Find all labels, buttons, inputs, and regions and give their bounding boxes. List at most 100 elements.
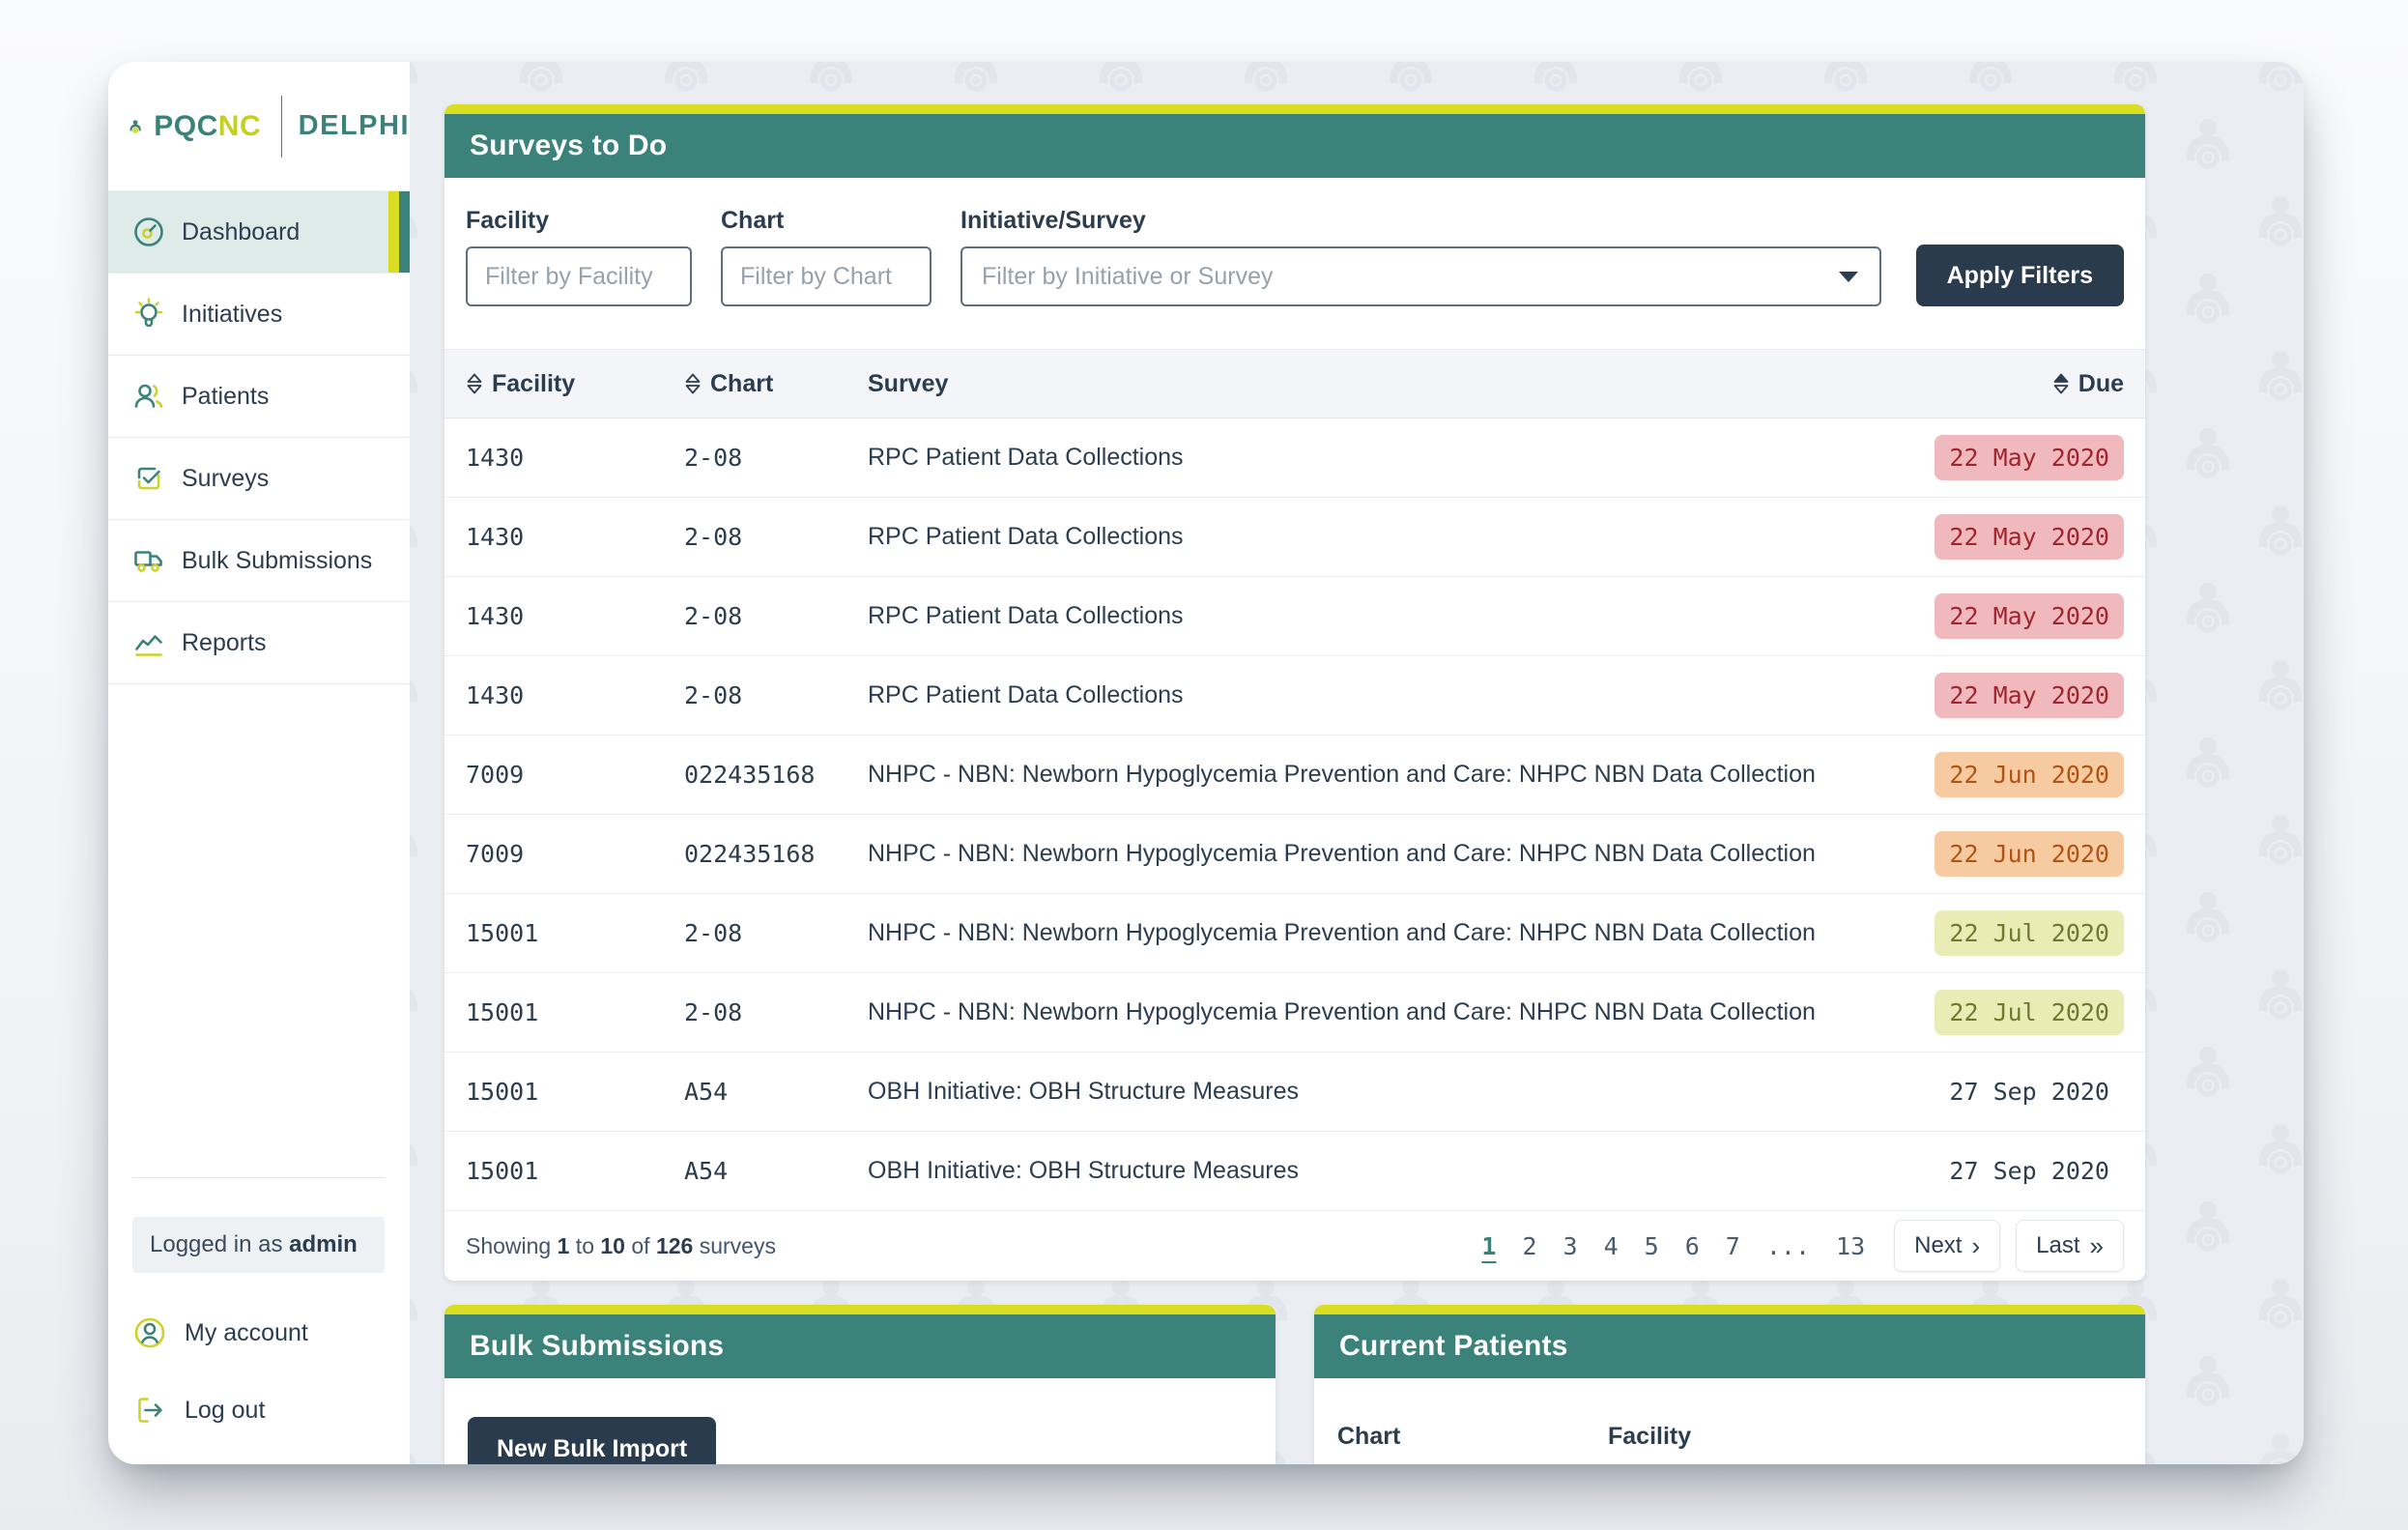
chart-line-icon [131, 625, 166, 660]
facility-cell: 1430 [466, 444, 684, 472]
last-page-button[interactable]: Last » [2016, 1220, 2124, 1272]
patients-facility-column-label: Facility [1608, 1423, 1691, 1451]
my-account-link[interactable]: My account [132, 1315, 385, 1350]
chart-cell: 022435168 [684, 840, 868, 868]
survey-cell: OBH Initiative: OBH Structure Measures [868, 1157, 1882, 1185]
sidebar-item-bulk-submissions[interactable]: Bulk Submissions [108, 520, 410, 602]
chevron-right-icon: › [1971, 1233, 1980, 1258]
initiative-filter-select[interactable]: Filter by Initiative or Survey [960, 246, 1881, 306]
surveys-to-do-panel: Surveys to Do Facility Chart Initiative/… [444, 104, 2145, 1281]
logo-divider [281, 96, 282, 158]
chart-cell: 2-08 [684, 681, 868, 709]
table-row[interactable]: 1430 2-08 RPC Patient Data Collections 2… [444, 577, 2145, 656]
chevron-down-icon [1837, 270, 1860, 284]
sidebar-item-patients[interactable]: Patients [108, 356, 410, 438]
page-number[interactable]: 6 [1685, 1232, 1700, 1260]
chart-cell: 2-08 [684, 602, 868, 630]
survey-cell: RPC Patient Data Collections [868, 602, 1882, 630]
survey-cell: NHPC - NBN: Newborn Hypoglycemia Prevent… [868, 761, 1882, 789]
sidebar-item-dashboard[interactable]: Dashboard [108, 191, 410, 274]
table-row[interactable]: 1430 2-08 RPC Patient Data Collections 2… [444, 498, 2145, 577]
survey-cell: RPC Patient Data Collections [868, 523, 1882, 551]
chart-cell: 2-08 [684, 444, 868, 472]
facility-filter-input[interactable] [466, 246, 692, 306]
due-date-badge: 22 May 2020 [1935, 435, 2124, 480]
apply-filters-button[interactable]: Apply Filters [1916, 245, 2124, 306]
facility-cell: 15001 [466, 919, 684, 947]
people-icon [131, 379, 166, 414]
my-account-label: My account [185, 1319, 308, 1347]
bulk-panel-title: Bulk Submissions [470, 1330, 724, 1363]
sort-icon [684, 372, 702, 395]
chart-filter-label: Chart [721, 207, 932, 235]
due-cell: 22 Jun 2020 [1935, 752, 2124, 797]
due-date-badge: 22 Jun 2020 [1935, 752, 2124, 797]
page-number[interactable]: 5 [1645, 1232, 1659, 1260]
app-card: PQCNC DELPHI Dashboard Initiatives [108, 62, 2304, 1464]
page-number[interactable]: 3 [1563, 1232, 1578, 1260]
table-row[interactable]: 1430 2-08 RPC Patient Data Collections 2… [444, 419, 2145, 498]
sort-ascending-icon [2052, 372, 2070, 395]
due-cell: 22 May 2020 [1935, 435, 2124, 480]
table-row[interactable]: 15001 A54 OBH Initiative: OBH Structure … [444, 1132, 2145, 1211]
table-row[interactable]: 1430 2-08 RPC Patient Data Collections 2… [444, 656, 2145, 736]
facility-filter-field: Facility [466, 207, 692, 306]
surveys-table-body: 1430 2-08 RPC Patient Data Collections 2… [444, 419, 2145, 1211]
product-name: DELPHI [299, 110, 410, 142]
page-number[interactable]: 4 [1604, 1232, 1619, 1260]
brand-name: PQCNC [154, 110, 261, 143]
due-date-badge: 22 Jul 2020 [1935, 990, 2124, 1035]
table-row[interactable]: 7009 022435168 NHPC - NBN: Newborn Hypog… [444, 736, 2145, 815]
bulk-submissions-panel: Bulk Submissions New Bulk Import [444, 1305, 1276, 1464]
survey-cell: RPC Patient Data Collections [868, 444, 1882, 472]
page-number[interactable]: ... [1766, 1232, 1810, 1260]
divider [132, 1177, 385, 1178]
panel-accent-stripe [444, 104, 2145, 114]
filters-bar: Facility Chart Initiative/Survey Filter … [444, 178, 2145, 349]
logo: PQCNC DELPHI [108, 62, 410, 191]
sort-icon [466, 372, 483, 395]
patients-panel-title: Current Patients [1339, 1330, 1568, 1363]
page-number[interactable]: 2 [1522, 1232, 1536, 1260]
sort-chart-header[interactable]: Chart [684, 370, 868, 398]
sidebar: PQCNC DELPHI Dashboard Initiatives [108, 62, 410, 1464]
sort-facility-header[interactable]: Facility [466, 370, 684, 398]
main-content: Surveys to Do Facility Chart Initiative/… [410, 62, 2304, 1464]
bulk-panel-body: New Bulk Import [444, 1378, 1276, 1464]
sidebar-item-label: Surveys [182, 465, 269, 493]
facility-cell: 15001 [466, 1157, 684, 1185]
sidebar-item-label: Bulk Submissions [182, 547, 372, 575]
sort-due-header[interactable]: Due [2052, 370, 2124, 398]
sidebar-item-label: Dashboard [182, 218, 300, 246]
due-cell: 22 Jul 2020 [1935, 990, 2124, 1035]
chart-cell: A54 [684, 1157, 868, 1185]
survey-cell: NHPC - NBN: Newborn Hypoglycemia Prevent… [868, 919, 1882, 947]
chart-filter-input[interactable] [721, 246, 932, 306]
checkbox-icon [131, 461, 166, 496]
next-label: Next [1914, 1232, 1962, 1259]
current-patients-panel: Current Patients Chart Facility [1314, 1305, 2145, 1464]
page-number[interactable]: 1 [1481, 1232, 1496, 1260]
sidebar-item-label: Reports [182, 629, 267, 657]
sidebar-item-label: Patients [182, 383, 269, 411]
table-row[interactable]: 7009 022435168 NHPC - NBN: Newborn Hypog… [444, 815, 2145, 894]
page-number[interactable]: 7 [1726, 1232, 1740, 1260]
due-cell: 22 May 2020 [1935, 673, 2124, 718]
table-row[interactable]: 15001 2-08 NHPC - NBN: Newborn Hypoglyce… [444, 894, 2145, 973]
log-out-link[interactable]: Log out [132, 1393, 385, 1428]
pagination: 1 2 3 4 5 6 7 [1481, 1220, 2124, 1272]
pqcnc-logo-icon [129, 101, 141, 153]
chart-cell: 2-08 [684, 919, 868, 947]
table-row[interactable]: 15001 2-08 NHPC - NBN: Newborn Hypoglyce… [444, 973, 2145, 1053]
table-row[interactable]: 15001 A54 OBH Initiative: OBH Structure … [444, 1053, 2145, 1132]
new-bulk-import-button[interactable]: New Bulk Import [468, 1417, 716, 1464]
last-label: Last [2036, 1232, 2079, 1259]
sidebar-item-initiatives[interactable]: Initiatives [108, 274, 410, 356]
logout-icon [132, 1393, 167, 1428]
sidebar-item-reports[interactable]: Reports [108, 602, 410, 684]
page-number-list: 1 2 3 4 5 6 7 [1481, 1232, 1865, 1260]
due-cell: 22 May 2020 [1935, 593, 2124, 639]
sidebar-item-surveys[interactable]: Surveys [108, 438, 410, 520]
page-number[interactable]: 13 [1836, 1232, 1865, 1260]
next-page-button[interactable]: Next › [1894, 1220, 2000, 1272]
